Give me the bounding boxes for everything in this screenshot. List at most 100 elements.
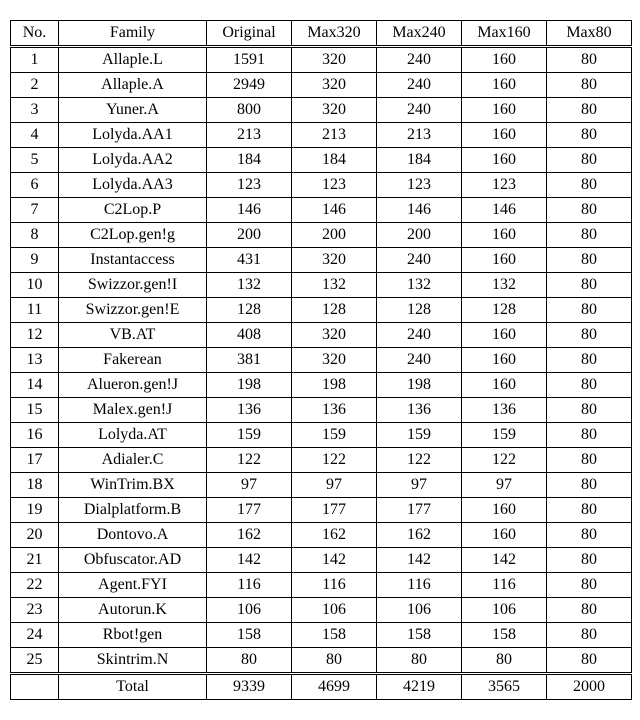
cell-value: 80 xyxy=(547,548,632,573)
cell-value: 80 xyxy=(462,648,547,674)
cell-value: 198 xyxy=(377,373,462,398)
table-row: 25Skintrim.N8080808080 xyxy=(11,648,632,674)
cell-no: 8 xyxy=(11,223,59,248)
table-row: 17Adialer.C12212212212280 xyxy=(11,448,632,473)
cell-value: 80 xyxy=(547,498,632,523)
cell-value: 123 xyxy=(462,173,547,198)
cell-value: 116 xyxy=(292,573,377,598)
cell-value: 408 xyxy=(207,323,292,348)
cell-value: 160 xyxy=(462,498,547,523)
cell-no: 9 xyxy=(11,248,59,273)
table-body: 1Allaple.L1591320240160802Allaple.A29493… xyxy=(11,47,632,674)
cell-value: 80 xyxy=(547,73,632,98)
cell-value: 320 xyxy=(292,98,377,123)
cell-value: 142 xyxy=(377,548,462,573)
cell-value: 142 xyxy=(292,548,377,573)
cell-value: 80 xyxy=(547,273,632,298)
cell-no: 25 xyxy=(11,648,59,674)
table-row: 16Lolyda.AT15915915915980 xyxy=(11,423,632,448)
table-header-row: No. Family Original Max320 Max240 Max160… xyxy=(11,21,632,47)
cell-value: 80 xyxy=(547,648,632,674)
table-row: 13Fakerean38132024016080 xyxy=(11,348,632,373)
cell-value: 160 xyxy=(462,98,547,123)
col-original: Original xyxy=(207,21,292,47)
cell-value: 159 xyxy=(207,423,292,448)
cell-value: 431 xyxy=(207,248,292,273)
table-row: 24Rbot!gen15815815815880 xyxy=(11,623,632,648)
cell-value: 240 xyxy=(377,248,462,273)
cell-family: Malex.gen!J xyxy=(59,398,207,423)
cell-family: Fakerean xyxy=(59,348,207,373)
cell-no: 10 xyxy=(11,273,59,298)
col-max80: Max80 xyxy=(547,21,632,47)
total-max240: 4219 xyxy=(377,674,462,700)
cell-value: 200 xyxy=(292,223,377,248)
table-row: 5Lolyda.AA218418418416080 xyxy=(11,148,632,173)
cell-value: 146 xyxy=(207,198,292,223)
cell-value: 160 xyxy=(462,123,547,148)
cell-no: 4 xyxy=(11,123,59,148)
cell-no: 13 xyxy=(11,348,59,373)
cell-value: 80 xyxy=(547,448,632,473)
cell-no: 5 xyxy=(11,148,59,173)
cell-value: 160 xyxy=(462,323,547,348)
cell-family: WinTrim.BX xyxy=(59,473,207,498)
cell-value: 116 xyxy=(462,573,547,598)
cell-value: 213 xyxy=(292,123,377,148)
cell-value: 184 xyxy=(292,148,377,173)
cell-value: 106 xyxy=(377,598,462,623)
cell-value: 162 xyxy=(292,523,377,548)
cell-family: Adialer.C xyxy=(59,448,207,473)
cell-value: 80 xyxy=(547,473,632,498)
cell-no: 7 xyxy=(11,198,59,223)
cell-value: 80 xyxy=(547,98,632,123)
cell-no: 15 xyxy=(11,398,59,423)
table-row: 11Swizzor.gen!E12812812812880 xyxy=(11,298,632,323)
cell-value: 160 xyxy=(462,248,547,273)
cell-family: Dontovo.A xyxy=(59,523,207,548)
cell-value: 160 xyxy=(462,148,547,173)
table-total-row: Total 9339 4699 4219 3565 2000 xyxy=(11,674,632,700)
cell-value: 146 xyxy=(462,198,547,223)
cell-value: 177 xyxy=(377,498,462,523)
cell-family: Allaple.A xyxy=(59,73,207,98)
cell-no: 6 xyxy=(11,173,59,198)
cell-family: Dialplatform.B xyxy=(59,498,207,523)
cell-value: 198 xyxy=(207,373,292,398)
cell-value: 320 xyxy=(292,73,377,98)
cell-family: Lolyda.AT xyxy=(59,423,207,448)
cell-value: 160 xyxy=(462,223,547,248)
cell-value: 132 xyxy=(207,273,292,298)
cell-no: 11 xyxy=(11,298,59,323)
table-row: 22Agent.FYI11611611611680 xyxy=(11,573,632,598)
cell-no: 22 xyxy=(11,573,59,598)
cell-value: 80 xyxy=(547,148,632,173)
cell-no: 19 xyxy=(11,498,59,523)
table-row: 8C2Lop.gen!g20020020016080 xyxy=(11,223,632,248)
cell-family: Swizzor.gen!E xyxy=(59,298,207,323)
cell-value: 136 xyxy=(207,398,292,423)
cell-value: 160 xyxy=(462,348,547,373)
cell-family: C2Lop.P xyxy=(59,198,207,223)
cell-value: 80 xyxy=(547,623,632,648)
dataset-table: No. Family Original Max320 Max240 Max160… xyxy=(10,20,632,700)
table-row: 7C2Lop.P14614614614680 xyxy=(11,198,632,223)
cell-family: Skintrim.N xyxy=(59,648,207,674)
cell-no: 14 xyxy=(11,373,59,398)
cell-family: VB.AT xyxy=(59,323,207,348)
cell-value: 158 xyxy=(292,623,377,648)
table-row: 21Obfuscator.AD14214214214280 xyxy=(11,548,632,573)
cell-value: 80 xyxy=(547,173,632,198)
cell-value: 80 xyxy=(547,423,632,448)
cell-value: 80 xyxy=(207,648,292,674)
cell-value: 80 xyxy=(377,648,462,674)
cell-no: 21 xyxy=(11,548,59,573)
col-max160: Max160 xyxy=(462,21,547,47)
cell-value: 80 xyxy=(547,248,632,273)
cell-value: 159 xyxy=(462,423,547,448)
cell-value: 381 xyxy=(207,348,292,373)
cell-no: 18 xyxy=(11,473,59,498)
total-max80: 2000 xyxy=(547,674,632,700)
cell-value: 106 xyxy=(292,598,377,623)
table-row: 10Swizzor.gen!I13213213213280 xyxy=(11,273,632,298)
